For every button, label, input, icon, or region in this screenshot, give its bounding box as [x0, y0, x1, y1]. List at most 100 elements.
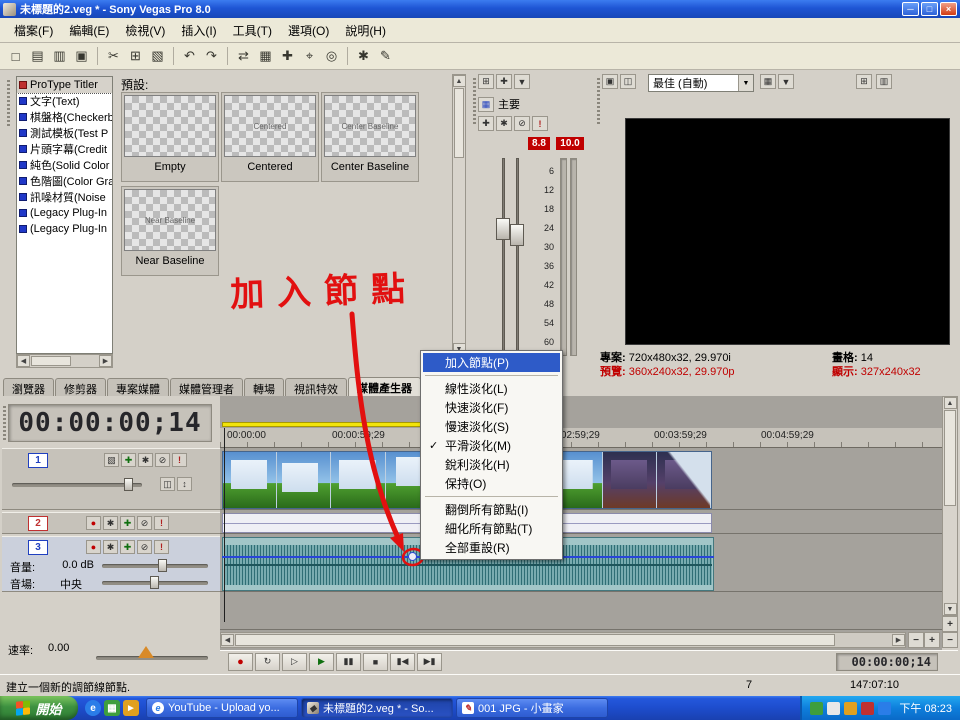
restore-button[interactable]: □ — [921, 2, 938, 16]
go-to-start-button[interactable]: ▮◀ — [390, 652, 415, 671]
track-header-3[interactable]: 3 ● ✱ ✚ ⊘ ! 音量: 0.0 dB 音場: 中央 — [2, 536, 220, 592]
preview-quality-dropdown[interactable]: 最佳 (自動) ▼ — [648, 74, 754, 92]
automation-icon[interactable]: ✱ — [138, 453, 153, 467]
rate-marker[interactable] — [138, 646, 154, 658]
mute-icon[interactable]: ⊘ — [137, 516, 152, 530]
generator-item[interactable]: 片頭字幕(Credit — [17, 141, 112, 157]
undo-icon[interactable]: ↶ — [179, 46, 200, 67]
timeline-hscrollbar[interactable]: ◀ ▶ — [220, 632, 906, 648]
normal-edit-tool-icon[interactable]: ⌖ — [299, 46, 320, 67]
preset-center-baseline[interactable]: Center Baseline Center Baseline — [321, 92, 419, 182]
insert-fx-icon[interactable]: ✚ — [496, 74, 512, 89]
record-button[interactable]: ● — [228, 652, 253, 671]
solo-icon[interactable]: ! — [154, 540, 169, 554]
save-snapshot-icon[interactable]: ▥ — [876, 74, 892, 89]
tray-icon[interactable] — [861, 701, 875, 715]
menu-options[interactable]: 選項(O) — [280, 19, 337, 42]
scroll-thumb[interactable] — [235, 634, 835, 646]
loop-playback-button[interactable]: ↻ — [255, 652, 280, 671]
generator-list-hscrollbar[interactable]: ◀ ▶ — [16, 354, 113, 368]
scroll-down-icon[interactable]: ▼ — [943, 603, 957, 615]
loop-region-bar[interactable] — [222, 422, 424, 427]
fx-icon[interactable]: ✚ — [478, 116, 494, 131]
generator-item[interactable]: 文字(Text) — [17, 93, 112, 109]
scroll-thumb[interactable] — [31, 356, 71, 366]
slider-thumb[interactable] — [158, 559, 167, 572]
scroll-thumb[interactable] — [944, 410, 956, 506]
paste-icon[interactable]: ▧ — [147, 46, 168, 67]
insert-bus-icon[interactable]: ⊞ — [478, 74, 494, 89]
play-from-start-button[interactable]: ▷ — [282, 652, 307, 671]
video-properties-icon[interactable]: ▣ — [602, 74, 618, 89]
generator-item[interactable]: 測試模板(Test P — [17, 125, 112, 141]
arm-record-icon[interactable]: ● — [86, 516, 101, 530]
empty-track-space[interactable] — [220, 594, 942, 630]
volume-slider[interactable] — [102, 559, 208, 572]
minimize-button[interactable]: ─ — [902, 2, 919, 16]
timeline-cursor[interactable] — [224, 428, 225, 622]
track-fx-icon[interactable]: ✚ — [120, 516, 135, 530]
menu-edit[interactable]: 編輯(E) — [61, 19, 117, 42]
generator-item[interactable]: 色階圖(Color Gra — [17, 173, 112, 189]
track-number-badge[interactable]: 3 — [28, 540, 48, 555]
presets-vscrollbar[interactable]: ▲ ▼ — [452, 74, 466, 356]
dropdown-arrow-icon[interactable]: ▼ — [738, 75, 753, 91]
menu-insert[interactable]: 插入(I) — [173, 19, 224, 42]
compositing-mode-icon[interactable]: ◫ — [160, 477, 175, 491]
taskbar-task-vegas[interactable]: ◆ 未標題的2.veg * - So... — [301, 698, 453, 718]
menu-item-thin-all-points[interactable]: 細化所有節點(T) — [423, 519, 560, 538]
preset-centered[interactable]: Centered Centered — [221, 92, 319, 182]
track-header-2[interactable]: 2 ● ✱ ✚ ⊘ ! — [2, 512, 220, 534]
zoom-in-icon[interactable]: + — [924, 632, 940, 648]
tray-shield-icon[interactable] — [810, 701, 824, 715]
tab-media-manager[interactable]: 媒體管理者 — [170, 378, 243, 396]
preset-empty[interactable]: Empty — [121, 92, 219, 182]
pause-button[interactable]: ▮▮ — [336, 652, 361, 671]
tab-media-generators[interactable]: 媒體產生器 — [348, 377, 421, 396]
automation-icon[interactable]: ✱ — [496, 116, 512, 131]
pan-slider[interactable] — [102, 576, 208, 589]
slider-thumb[interactable] — [150, 576, 159, 589]
mute-icon[interactable]: ⊘ — [137, 540, 152, 554]
menu-item-fast-fade[interactable]: 快速淡化(F) — [423, 398, 560, 417]
transport-timecode[interactable]: 00:00:00;14 — [836, 652, 938, 671]
menu-file[interactable]: 檔案(F) — [6, 19, 61, 42]
scroll-left-icon[interactable]: ◀ — [17, 355, 30, 367]
tab-trimmer[interactable]: 修剪器 — [55, 378, 106, 396]
pencil-tool-icon[interactable]: ✎ — [375, 46, 396, 67]
solo-icon[interactable]: ! — [154, 516, 169, 530]
envelope-tool-icon[interactable]: ✱ — [353, 46, 374, 67]
timeline-timecode-display[interactable]: 00:00:00;14 — [8, 404, 212, 442]
internet-explorer-icon[interactable]: e — [85, 700, 101, 716]
menu-item-slow-fade[interactable]: 慢速淡化(S) — [423, 417, 560, 436]
generator-item[interactable]: ProType Titler — [17, 77, 112, 94]
arm-record-icon[interactable]: ● — [86, 540, 101, 554]
menu-item-smooth-fade[interactable]: ✓ 平滑淡化(M) — [423, 436, 560, 455]
generator-item[interactable]: 純色(Solid Color — [17, 157, 112, 173]
track-zoom-in-icon[interactable]: + — [942, 616, 958, 632]
cut-icon[interactable]: ✂ — [103, 46, 124, 67]
panel-grip[interactable] — [473, 78, 476, 126]
redo-icon[interactable]: ↷ — [201, 46, 222, 67]
go-to-end-button[interactable]: ▶▮ — [417, 652, 442, 671]
scroll-up-icon[interactable]: ▲ — [943, 397, 957, 409]
automation-icon[interactable]: ✱ — [103, 540, 118, 554]
scroll-thumb[interactable] — [454, 88, 464, 158]
menu-item-sharp-fade[interactable]: 銳利淡化(H) — [423, 455, 560, 474]
close-button[interactable]: × — [940, 2, 957, 16]
track-fx-icon[interactable]: ✚ — [120, 540, 135, 554]
slider-thumb[interactable] — [124, 478, 133, 491]
snapping-icon[interactable]: ▦ — [255, 46, 276, 67]
taskbar-task-paint[interactable]: ✎ 001 JPG - 小畫家 — [456, 698, 608, 718]
generator-item[interactable]: 棋盤格(Checkerb — [17, 109, 112, 125]
copy-snapshot-icon[interactable]: ⊞ — [856, 74, 872, 89]
track-zoom-out-icon[interactable]: − — [942, 632, 958, 648]
scroll-right-icon[interactable]: ▶ — [99, 355, 112, 367]
tab-explorer[interactable]: 瀏覽器 — [3, 378, 54, 396]
media-player-icon[interactable]: ► — [123, 700, 139, 716]
menu-view[interactable]: 檢視(V) — [117, 19, 173, 42]
auto-ripple-icon[interactable]: ⇄ — [233, 46, 254, 67]
open-icon[interactable]: ▤ — [27, 46, 48, 67]
external-monitor-icon[interactable]: ◫ — [620, 74, 636, 89]
overlay-dropdown-icon[interactable]: ▼ — [778, 74, 794, 89]
